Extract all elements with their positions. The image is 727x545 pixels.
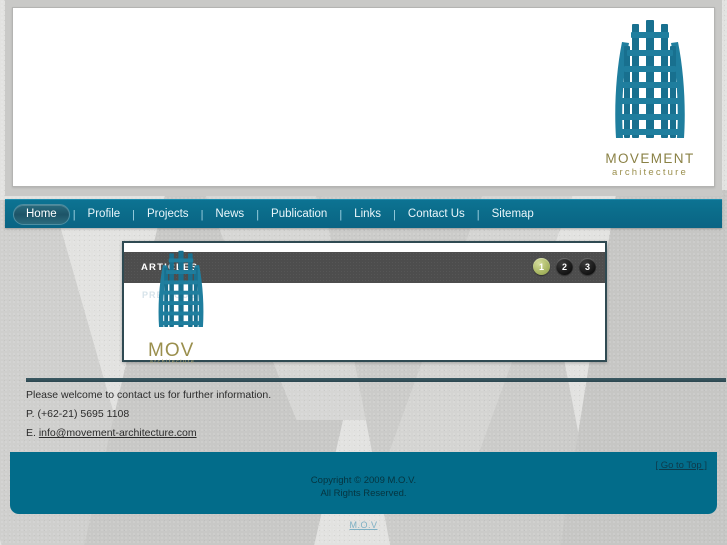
nav-separator-glyph: |: [339, 208, 343, 221]
nav-separator-glyph: |: [132, 208, 136, 221]
nav-separator: |: [70, 209, 79, 221]
nav-item-news[interactable]: News: [206, 200, 253, 229]
nav-separator: |: [129, 209, 138, 221]
nav-separator: |: [390, 209, 399, 221]
nav-item-links[interactable]: Links: [345, 200, 390, 229]
contact-intro: Please welcome to contact us for further…: [26, 389, 272, 401]
contact-email-prefix: E.: [26, 427, 36, 439]
nav-separator-glyph: |: [256, 208, 260, 221]
credit-link[interactable]: M.O.V: [349, 520, 377, 530]
contact-divider: [26, 378, 726, 382]
header-band: MOVEMENT architecture: [5, 0, 722, 196]
copyright-block: Copyright © 2009 M.O.V. All Rights Reser…: [10, 474, 717, 500]
nav-link-home[interactable]: Home: [13, 204, 70, 225]
watermark-subtitle: architecture: [150, 359, 196, 365]
pagination-page-1[interactable]: 1: [533, 258, 550, 275]
tower-building-logo-icon: [615, 20, 685, 138]
nav-separator: |: [198, 209, 207, 221]
contact-email-link[interactable]: info@movement-architecture.com: [39, 427, 197, 439]
nav-separator: |: [474, 209, 483, 221]
nav-item-home[interactable]: Home: [13, 204, 70, 225]
pagination[interactable]: 1 2 3: [533, 258, 596, 275]
nav-link-profile[interactable]: Profile: [79, 200, 130, 229]
contact-email-line: E. info@movement-architecture.com: [26, 427, 705, 439]
nav-separator-glyph: |: [476, 208, 480, 221]
logo-subtitle: architecture: [611, 167, 689, 178]
contact-block: Please welcome to contact us for further…: [5, 378, 726, 439]
site-footer: [ Go to Top ] Copyright © 2009 M.O.V. Al…: [10, 452, 717, 514]
pagination-page-3[interactable]: 3: [579, 258, 596, 275]
main-navigation[interactable]: Home | Profile | Projects | News | Publi…: [5, 199, 722, 228]
nav-item-sitemap[interactable]: Sitemap: [483, 200, 543, 229]
nav-link-sitemap[interactable]: Sitemap: [483, 200, 543, 229]
copyright-line-2: All Rights Reserved.: [320, 488, 407, 499]
nav-link-links[interactable]: Links: [345, 200, 390, 229]
page-root: MOVEMENT architecture Home | Profile | P…: [0, 0, 727, 545]
logo-word: MOVEMENT: [605, 151, 695, 166]
nav-separator: |: [336, 209, 345, 221]
panel-body: PREVIOUS MOV architecture: [124, 250, 605, 365]
nav-link-projects[interactable]: Projects: [138, 200, 198, 229]
header-banner: MOVEMENT architecture: [12, 7, 715, 187]
site-shell: MOVEMENT architecture Home | Profile | P…: [5, 0, 726, 545]
nav-link-contact-us[interactable]: Contact Us: [399, 200, 474, 229]
go-to-top-link[interactable]: [ Go to Top ]: [655, 460, 707, 471]
nav-link-publication[interactable]: Publication: [262, 200, 336, 229]
articles-panel: ARTICLES 1 2 3 PREVIOUS: [122, 241, 607, 365]
contact-phone: P. (+62-21) 5695 1108: [26, 408, 130, 420]
content-area: ARTICLES 1 2 3 PREVIOUS: [5, 228, 722, 376]
copyright-line-1: Copyright © 2009 M.O.V.: [310, 475, 417, 486]
nav-item-publication[interactable]: Publication: [262, 200, 336, 229]
nav-link-news[interactable]: News: [206, 200, 253, 229]
nav-list: Home | Profile | Projects | News | Publi…: [5, 200, 722, 229]
logo-wordmark: MOVEMENT architecture: [594, 151, 706, 178]
nav-separator-glyph: |: [200, 208, 204, 221]
nav-separator: |: [253, 209, 262, 221]
nav-separator-glyph: |: [393, 208, 396, 221]
nav-item-projects[interactable]: Projects: [138, 200, 198, 229]
nav-item-profile[interactable]: Profile: [79, 200, 130, 229]
credit-block: M.O.V: [0, 515, 727, 533]
nav-separator-glyph: |: [72, 208, 76, 221]
pagination-page-2[interactable]: 2: [556, 258, 573, 275]
tower-building-watermark-icon: [158, 250, 204, 327]
site-logo[interactable]: MOVEMENT architecture: [594, 16, 706, 184]
nav-item-contact-us[interactable]: Contact Us: [399, 200, 474, 229]
